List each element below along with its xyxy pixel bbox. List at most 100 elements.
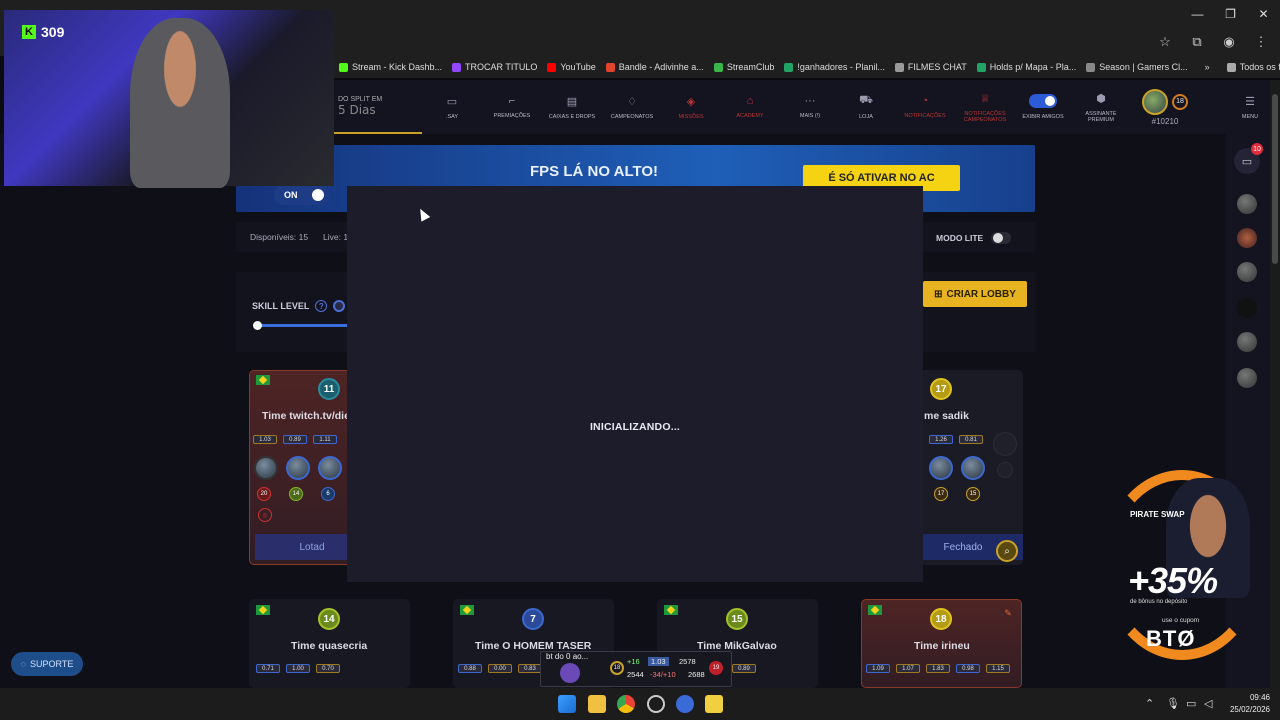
volume-icon[interactable]: ◁ <box>1204 697 1212 710</box>
lite-switch[interactable] <box>991 232 1012 244</box>
player-avatar[interactable] <box>961 456 985 480</box>
search-icon[interactable]: ⌕ <box>996 540 1018 562</box>
nav-campeonatos[interactable]: ♢ CAMPEONATOS <box>602 80 662 134</box>
on-toggle[interactable]: ON <box>274 185 330 205</box>
help-icon[interactable]: ? <box>315 300 328 312</box>
microphone-icon[interactable]: 🎙 <box>1166 697 1180 710</box>
brazil-flag-icon <box>460 605 474 615</box>
bookmark-kick[interactable]: Stream - Kick Dashb... <box>334 62 447 72</box>
bookmark-ganhadores[interactable]: !ganhadores - Planil... <box>779 62 890 72</box>
nav-mais[interactable]: ··· MAIS (!) <box>780 80 840 134</box>
criar-lobby-button[interactable]: ⊞ CRIAR LOBBY <box>923 281 1027 307</box>
kd-stat: 1.11 <box>313 435 337 444</box>
criar-lobby-label: CRIAR LOBBY <box>946 288 1016 300</box>
kebab-menu-icon[interactable]: ⋮ <box>1252 33 1270 51</box>
windows-start-icon[interactable] <box>558 695 576 713</box>
kd-stat: 0.00 <box>488 664 512 673</box>
close-button[interactable]: ✕ <box>1247 0 1280 28</box>
more-icon: ··· <box>804 95 816 107</box>
minimize-button[interactable]: — <box>1181 0 1214 28</box>
tray-chevron-icon[interactable]: ⌃ <box>1145 697 1154 710</box>
box-icon: ▤ <box>566 95 578 108</box>
pencil-icon[interactable]: ✎ <box>1001 606 1015 620</box>
cart-icon: ⛟ <box>859 94 873 106</box>
split-label: DO SPLIT EM <box>338 96 383 103</box>
player-avatar[interactable] <box>929 456 953 480</box>
nav-loja[interactable]: ⛟ LOJA <box>840 80 892 134</box>
obs-icon[interactable] <box>647 695 665 713</box>
kd-stat: 0.88 <box>458 664 482 673</box>
scrollbar-thumb[interactable] <box>1272 94 1278 264</box>
chrome-icon[interactable] <box>617 695 635 713</box>
friend-avatar[interactable] <box>1237 298 1257 318</box>
slider-handle[interactable] <box>253 321 262 330</box>
nav-menu[interactable]: ☰ MENU <box>1230 80 1270 134</box>
mini-title: bt do 0 ao... <box>546 652 589 661</box>
nav-caixas-drops[interactable]: ▤ CAIXAS E DROPS <box>542 80 602 134</box>
academy-icon: ⌂ <box>746 95 754 107</box>
brazil-flag-icon <box>868 605 882 615</box>
nav-exibir-amigos[interactable]: EXIBIR AMIGOS <box>1012 80 1074 134</box>
nav-label: MENU <box>1241 113 1259 120</box>
friend-avatar[interactable] <box>1237 194 1257 214</box>
bookmark-bandle[interactable]: Bandle - Adivinhe a... <box>601 62 709 72</box>
all-favorites-folder[interactable]: Todos os favoritos <box>1222 62 1280 72</box>
friends-toggle[interactable] <box>1029 94 1057 108</box>
bookmark-filmes-chat[interactable]: FILMES CHAT <box>890 62 972 72</box>
network-icon[interactable]: ▭ <box>1186 697 1196 710</box>
friend-avatar[interactable] <box>1237 228 1257 248</box>
player-avatar[interactable] <box>318 456 342 480</box>
empty-slot[interactable] <box>997 462 1013 478</box>
bookmark-season[interactable]: Season | Gamers Cl... <box>1081 62 1192 72</box>
bookmark-trocar-titulo[interactable]: TROCAR TITULO <box>447 62 542 72</box>
app-icon[interactable] <box>676 695 694 713</box>
nav-label: ASSINANTE PREMIUM <box>1085 110 1117 123</box>
modo-lite-toggle[interactable]: MODO LITE <box>936 232 1012 244</box>
player-avatar[interactable] <box>286 456 310 480</box>
skill-toggle[interactable] <box>333 300 346 312</box>
player-level: 20 <box>257 487 271 501</box>
empty-slot[interactable] <box>993 432 1017 456</box>
app-icon[interactable] <box>705 695 723 713</box>
clock-time: 09:46 <box>1249 693 1270 702</box>
bookmark-star-icon[interactable]: ☆ <box>1156 33 1174 51</box>
friend-avatar[interactable] <box>1237 262 1257 282</box>
bookmarks-bar: Stream - Kick Dashb... TROCAR TITULO You… <box>334 56 1280 78</box>
nav-say[interactable]: ▭ .SAY <box>422 80 482 134</box>
bookmark-holds[interactable]: Holds p/ Mapa - Pla... <box>972 62 1082 72</box>
bookmarks-overflow-button[interactable]: » <box>1193 62 1222 72</box>
lobby-name: Time irineu <box>914 640 970 652</box>
skill-slider[interactable] <box>253 321 348 330</box>
lobby-level: 15 <box>726 608 748 630</box>
nav-notificacoes[interactable]: ◔ NOTIFICAÇÕES <box>892 80 958 134</box>
nav-assinante-premium[interactable]: ⬢ ASSINANTE PREMIUM <box>1074 80 1128 134</box>
bell-icon: ◔ <box>921 95 929 107</box>
restore-button[interactable]: ❐ <box>1214 0 1247 28</box>
nav-label: PREMIAÇÕES <box>493 113 531 119</box>
nav-missoes[interactable]: ◈ MISSÕES <box>662 80 720 134</box>
gun-icon: ⌐ <box>508 95 516 107</box>
nav-academy[interactable]: ⌂ ACADEMY <box>720 80 780 134</box>
nav-label: ACADEMY <box>736 113 764 119</box>
extensions-icon[interactable]: ⧉ <box>1188 33 1206 51</box>
suporte-button[interactable]: ◌ SUPORTE <box>11 652 83 676</box>
bookmark-streamclub[interactable]: StreamClub <box>709 62 780 72</box>
modo-lite-label: MODO LITE <box>936 233 984 243</box>
level-badge: 18 <box>1172 93 1188 110</box>
twitch-icon <box>452 62 462 72</box>
user-id: #10210 <box>1151 116 1179 126</box>
file-explorer-icon[interactable] <box>588 695 606 713</box>
nav-notificacoes-campeonatos[interactable]: ♕ NOTIFICAÇÕES CAMPEONATOS <box>958 80 1012 134</box>
nav-premiacoes[interactable]: ⌐ PREMIAÇÕES <box>482 80 542 134</box>
nav-label: .SAY <box>445 113 459 120</box>
friend-avatar[interactable] <box>1237 332 1257 352</box>
player-level: 17 <box>934 487 948 501</box>
kd-stat: 1.00 <box>286 664 310 673</box>
user-profile[interactable]: 18 #10210 <box>1128 88 1202 126</box>
friend-avatar[interactable] <box>1237 368 1257 388</box>
kd-stat: 1.09 <box>866 664 890 673</box>
bookmark-youtube[interactable]: YouTube <box>542 62 600 72</box>
player-avatar[interactable] <box>254 456 278 480</box>
profile-icon[interactable]: ◉ <box>1220 33 1238 51</box>
system-clock[interactable]: 09:46 25/02/2026 <box>1230 692 1270 716</box>
